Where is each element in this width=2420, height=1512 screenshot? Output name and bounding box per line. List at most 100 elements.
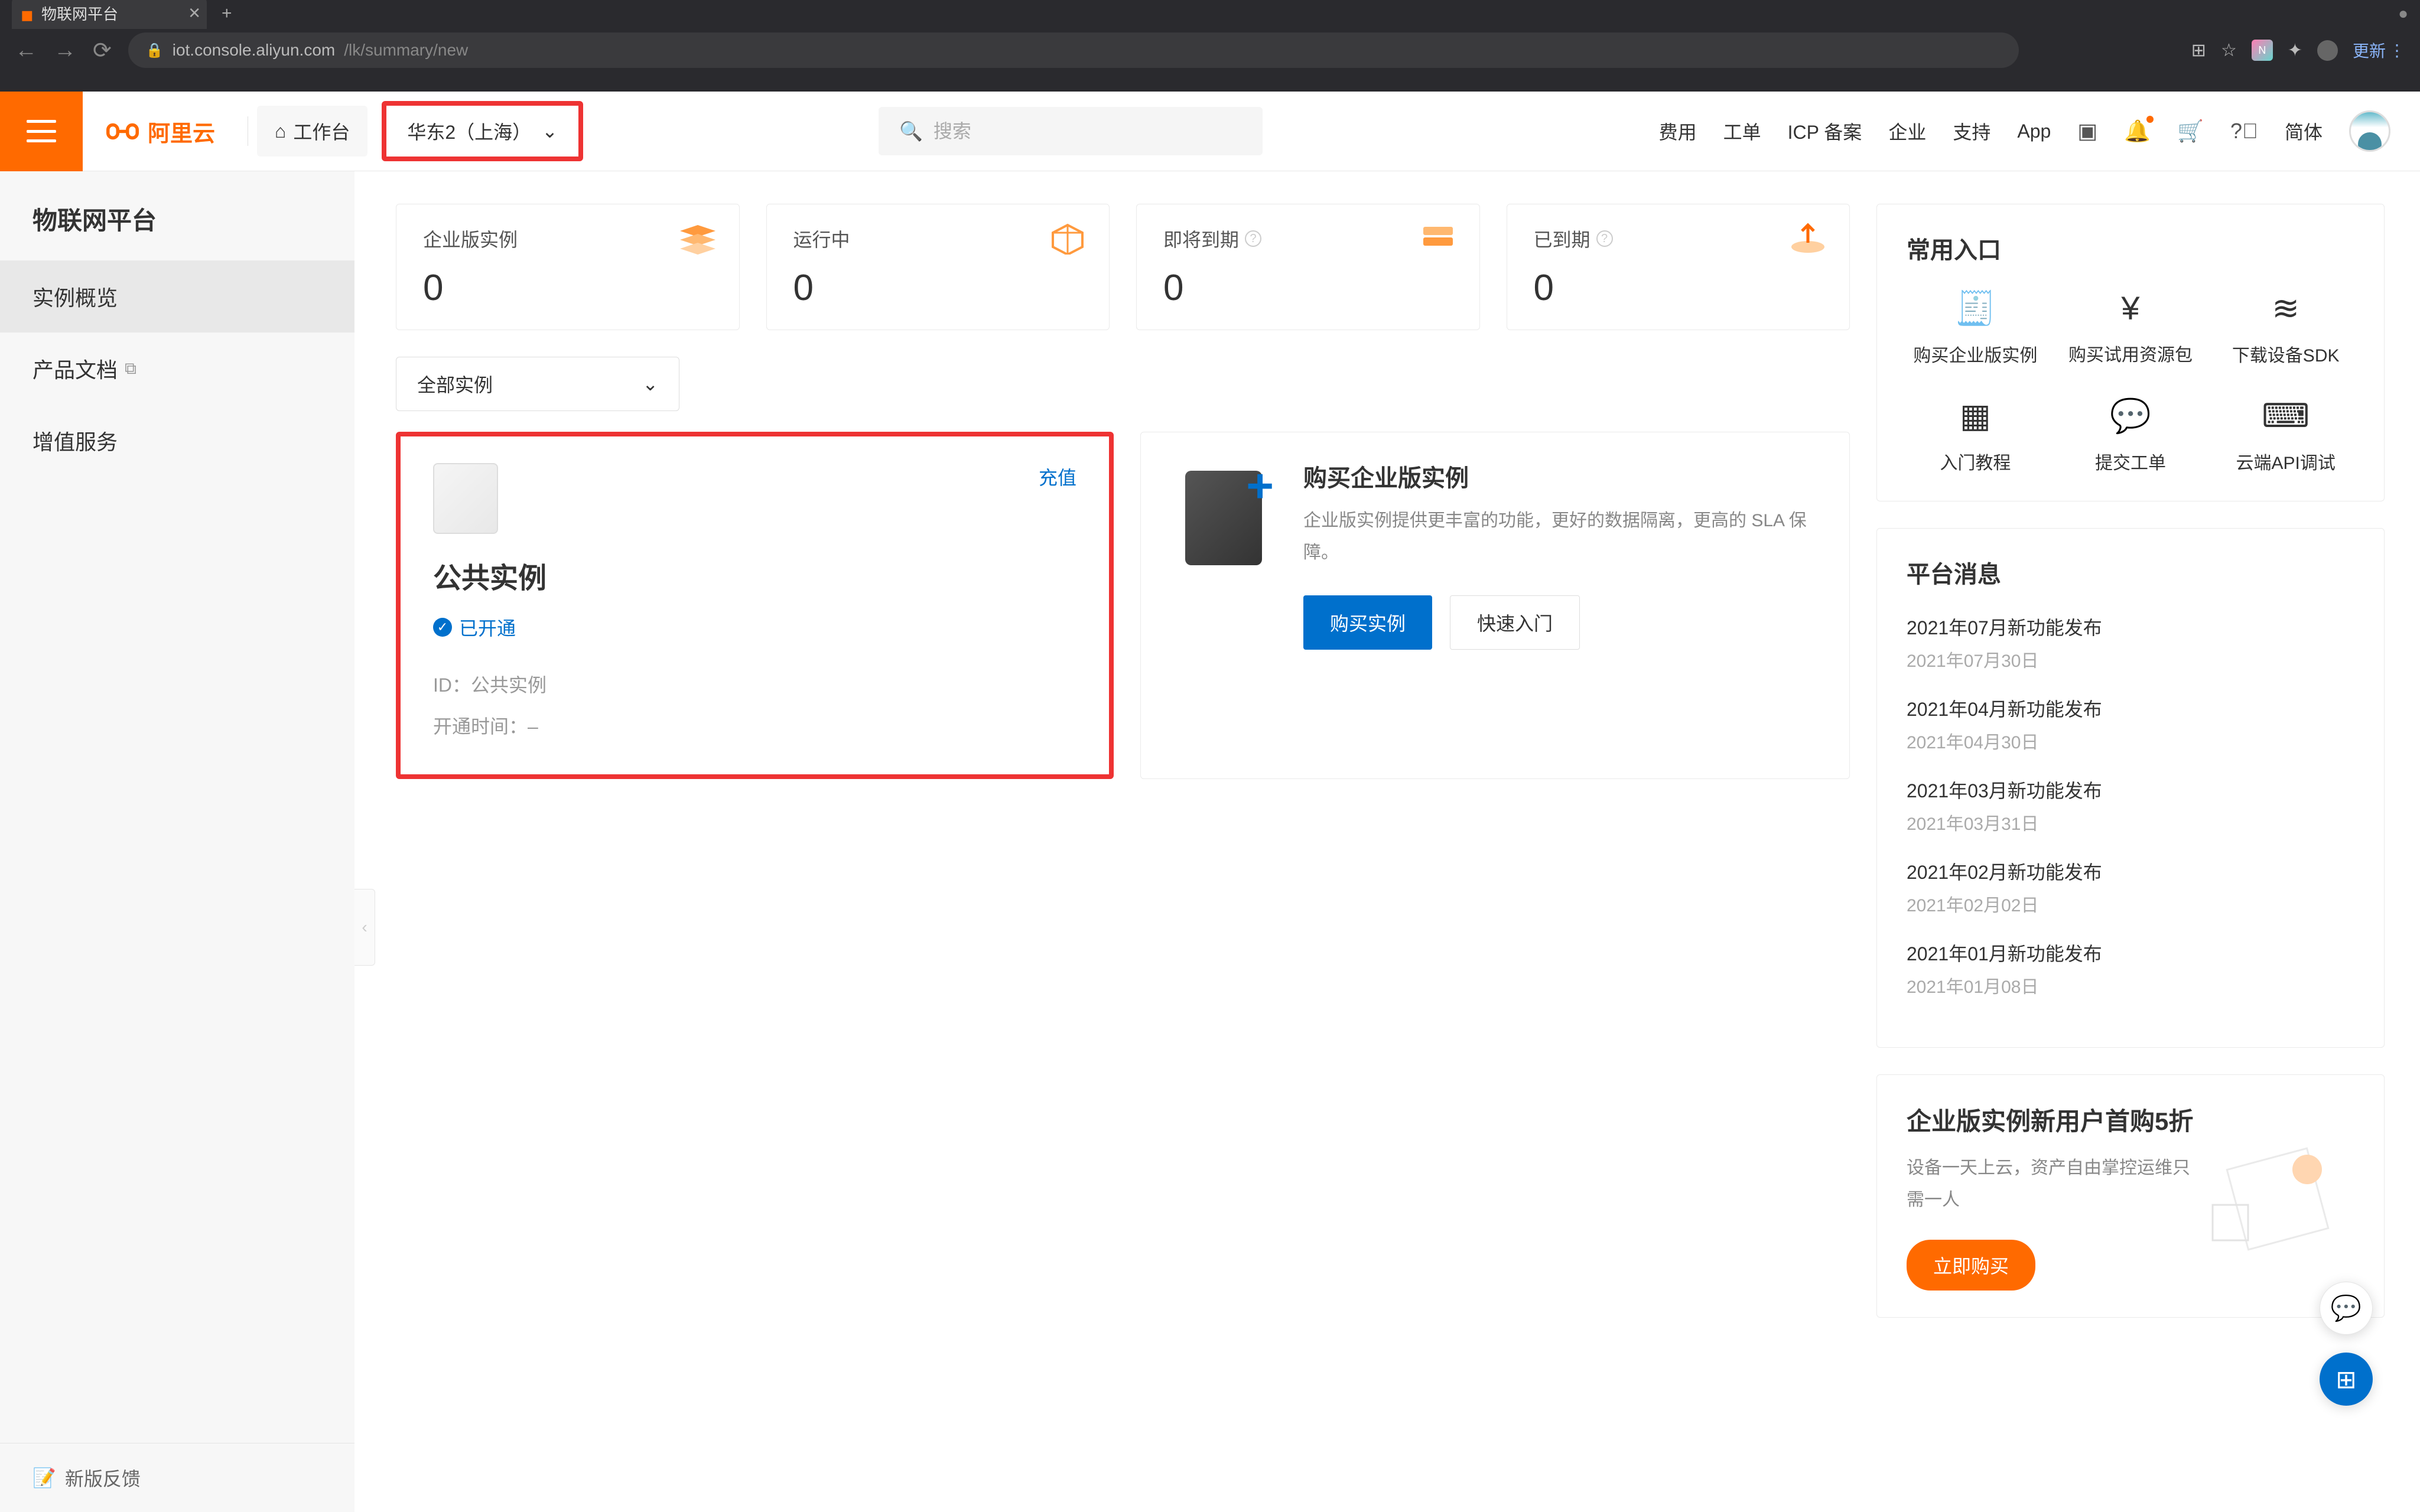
sidebar-item-overview[interactable]: 实例概览 xyxy=(0,260,354,333)
quick-buy-trial[interactable]: ¥购买试用资源包 xyxy=(2062,289,2200,367)
tab-close-icon[interactable]: ✕ xyxy=(188,4,201,22)
home-icon: ⌂ xyxy=(275,120,286,142)
chevron-down-icon: ⌄ xyxy=(642,373,658,395)
quick-submit-ticket[interactable]: 💬提交工单 xyxy=(2062,396,2200,474)
back-button[interactable]: ← xyxy=(15,38,37,63)
aliyun-logo-icon xyxy=(106,118,139,145)
tab-title: 物联网平台 xyxy=(41,2,118,24)
extension-icon[interactable]: N xyxy=(2252,40,2273,61)
forward-button[interactable]: → xyxy=(54,38,76,63)
stats-row: 企业版实例 0 运行中 0 即将到期? 0 已 xyxy=(396,204,1850,330)
apps-float-button[interactable]: ⊞ xyxy=(2320,1353,2373,1406)
banner-graphic-icon xyxy=(2189,1099,2366,1264)
user-avatar[interactable] xyxy=(2349,110,2390,152)
help-icon[interactable]: ? xyxy=(1245,230,1261,247)
chat-float-button[interactable]: 💬 xyxy=(2320,1282,2373,1335)
workspace-button[interactable]: ⌂ 工作台 xyxy=(257,106,367,157)
news-item[interactable]: 2021年07月新功能发布2021年07月30日 xyxy=(1907,613,2354,672)
buy-instance-button[interactable]: 购买实例 xyxy=(1303,595,1432,650)
qr-icon[interactable]: ⊞ xyxy=(2191,40,2206,61)
instance-status: ✓ 已开通 xyxy=(433,614,1076,641)
nav-icp[interactable]: ICP 备案 xyxy=(1788,118,1862,145)
server-icon xyxy=(433,463,498,534)
panel-title: 平台消息 xyxy=(1907,555,2354,589)
sidebar: 物联网平台 实例概览 产品文档⧉ 增值服务 📝 新版反馈 xyxy=(0,92,354,1512)
nav-app[interactable]: App xyxy=(2017,120,2051,142)
notification-bell-icon[interactable]: 🔔 xyxy=(2124,119,2151,144)
nav-support[interactable]: 支持 xyxy=(1953,118,1990,145)
nav-enterprise[interactable]: 企业 xyxy=(1888,118,1926,145)
enterprise-promo-card: + 购买企业版实例 企业版实例提供更丰富的功能，更好的数据隔离，更高的 SLA … xyxy=(1140,432,1850,779)
sidebar-title: 物联网平台 xyxy=(0,171,354,260)
sidebar-collapse-handle[interactable]: ‹ xyxy=(354,889,375,966)
quickstart-button[interactable]: 快速入门 xyxy=(1450,595,1580,650)
quick-tutorial[interactable]: ▦入门教程 xyxy=(1907,396,2044,474)
chevron-down-icon: ⌄ xyxy=(542,120,558,142)
code-icon: ⌨ xyxy=(2262,396,2310,435)
new-tab-button[interactable]: + xyxy=(222,4,232,24)
nav-fee[interactable]: 费用 xyxy=(1659,118,1697,145)
server-icon xyxy=(1417,222,1459,255)
stat-expiring[interactable]: 即将到期? 0 xyxy=(1136,204,1480,330)
layers-icon: ≋ xyxy=(2272,289,2299,328)
quick-download-sdk[interactable]: ≋下载设备SDK xyxy=(2217,289,2354,367)
sidebar-item-vas[interactable]: 增值服务 xyxy=(0,405,354,477)
board-icon: ▦ xyxy=(1960,396,1991,435)
public-instance-card[interactable]: 充值 公共实例 ✓ 已开通 ID：公共实例 开通时间：– xyxy=(396,432,1114,779)
grid-icon: ⊞ xyxy=(2336,1365,2356,1394)
bookmark-icon[interactable]: ☆ xyxy=(2221,40,2237,61)
stack-icon xyxy=(677,222,718,255)
region-label: 华东2（上海） xyxy=(407,118,531,145)
help-icon[interactable]: ?⃝ xyxy=(2230,119,2258,144)
minimize-icon[interactable]: ● xyxy=(2398,4,2408,23)
help-icon[interactable]: ? xyxy=(1596,230,1613,247)
stat-running[interactable]: 运行中 0 xyxy=(766,204,1110,330)
lang-selector[interactable]: 简体 xyxy=(2285,118,2323,145)
browser-tab[interactable]: ◼ 物联网平台 ✕ xyxy=(12,0,207,29)
logo-text: 阿里云 xyxy=(148,115,215,148)
url-path: /lk/summary/new xyxy=(344,41,468,60)
news-item[interactable]: 2021年04月新功能发布2021年04月30日 xyxy=(1907,695,2354,754)
quick-api-debug[interactable]: ⌨云端API调试 xyxy=(2217,396,2354,474)
extensions-menu-icon[interactable]: ✦ xyxy=(2288,40,2302,61)
app-body: 物联网平台 实例概览 产品文档⧉ 增值服务 📝 新版反馈 ‹ 企业版实例 0 运… xyxy=(0,92,2420,1512)
menu-toggle-button[interactable] xyxy=(0,92,83,171)
news-item[interactable]: 2021年03月新功能发布2021年03月31日 xyxy=(1907,776,2354,835)
panel-title: 常用入口 xyxy=(1907,231,2354,265)
instance-title: 公共实例 xyxy=(433,555,1076,596)
url-input[interactable]: 🔒 iot.console.aliyun.com/lk/summary/new xyxy=(128,32,2019,68)
promo-banner: 企业版实例新用户首购5折 设备一天上云，资产自由掌控运维只需一人 立即购买 xyxy=(1876,1074,2385,1318)
cart-icon[interactable]: 🛒 xyxy=(2177,119,2204,144)
recharge-link[interactable]: 充值 xyxy=(1039,463,1076,490)
region-selector[interactable]: 华东2（上海） ⌄ xyxy=(382,101,583,161)
aliyun-logo[interactable]: 阿里云 xyxy=(83,115,239,148)
browser-update-button[interactable]: 更新 ⋮ xyxy=(2353,38,2405,62)
stat-expired[interactable]: 已到期? 0 xyxy=(1507,204,1850,330)
search-box[interactable]: 🔍 xyxy=(879,107,1263,155)
news-panel: 平台消息 2021年07月新功能发布2021年07月30日 2021年04月新功… xyxy=(1876,528,2385,1048)
search-input[interactable] xyxy=(933,120,1242,142)
upload-icon xyxy=(1787,222,1829,255)
receipt-icon: 🧾 xyxy=(1954,289,1996,328)
news-item[interactable]: 2021年01月新功能发布2021年01月08日 xyxy=(1907,939,2354,998)
reload-button[interactable]: ⟳ xyxy=(93,37,112,64)
feedback-icon: 📝 xyxy=(32,1467,56,1489)
promo-title: 购买企业版实例 xyxy=(1303,459,1817,493)
instance-meta: ID：公共实例 开通时间：– xyxy=(433,664,1076,748)
instance-filter-select[interactable]: 全部实例 ⌄ xyxy=(396,357,679,411)
main-content: ‹ 企业版实例 0 运行中 0 即将到期? 0 xyxy=(354,92,2420,1512)
nav-order[interactable]: 工单 xyxy=(1723,118,1761,145)
sidebar-item-docs[interactable]: 产品文档⧉ xyxy=(0,333,354,405)
profile-avatar-icon[interactable] xyxy=(2317,40,2338,61)
stat-enterprise[interactable]: 企业版实例 0 xyxy=(396,204,740,330)
sidebar-feedback[interactable]: 📝 新版反馈 xyxy=(0,1443,354,1512)
tab-favicon-icon: ◼ xyxy=(21,6,35,21)
news-item[interactable]: 2021年02月新功能发布2021年02月02日 xyxy=(1907,858,2354,917)
cloudshell-icon[interactable]: ▣ xyxy=(2077,119,2097,144)
quick-links-panel: 常用入口 🧾购买企业版实例 ¥购买试用资源包 ≋下载设备SDK ▦入门教程 💬提… xyxy=(1876,204,2385,501)
search-icon: 🔍 xyxy=(899,120,923,142)
quick-buy-enterprise[interactable]: 🧾购买企业版实例 xyxy=(1907,289,2044,367)
buy-now-button[interactable]: 立即购买 xyxy=(1907,1240,2035,1291)
top-nav: 费用 工单 ICP 备案 企业 支持 App ▣ 🔔 🛒 ?⃝ 简体 xyxy=(1659,110,2420,152)
chat-bubble-icon: 💬 xyxy=(2331,1294,2362,1323)
